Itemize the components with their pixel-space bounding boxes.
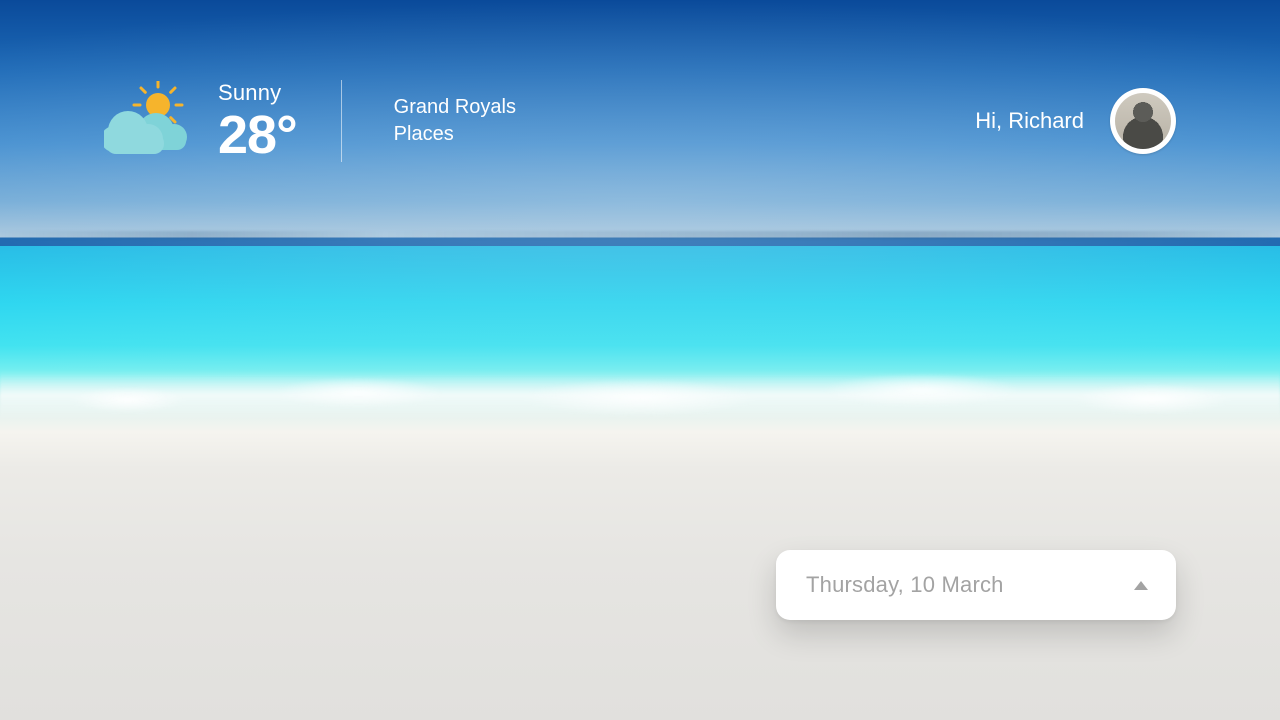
background-detail bbox=[0, 370, 1280, 420]
avatar-image bbox=[1115, 93, 1171, 149]
top-bar: Sunny 28° Grand Royals Places Hi, Richar… bbox=[104, 80, 1176, 162]
weather-icon bbox=[104, 81, 194, 161]
avatar[interactable] bbox=[1110, 88, 1176, 154]
date-picker-value: Thursday, 10 March bbox=[806, 572, 1004, 598]
background-detail bbox=[0, 231, 1280, 239]
location-block: Grand Royals Places bbox=[394, 96, 516, 146]
weather-text: Sunny 28° bbox=[218, 80, 297, 162]
user-block[interactable]: Hi, Richard bbox=[975, 88, 1176, 154]
date-picker[interactable]: Thursday, 10 March bbox=[776, 550, 1176, 620]
weather-block: Sunny 28° bbox=[104, 80, 297, 162]
location-name: Grand Royals bbox=[394, 96, 516, 119]
divider bbox=[341, 80, 342, 162]
weather-condition: Sunny bbox=[218, 80, 297, 106]
chevron-up-icon bbox=[1134, 581, 1148, 590]
user-greeting: Hi, Richard bbox=[975, 108, 1084, 134]
location-subtitle: Places bbox=[394, 123, 516, 146]
weather-temperature: 28° bbox=[218, 108, 297, 162]
